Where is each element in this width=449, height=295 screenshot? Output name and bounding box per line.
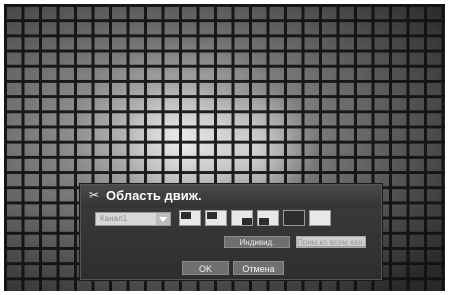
dialog-titlebar: ✂ Область движ. xyxy=(81,185,381,207)
motion-area-icon: ✂ xyxy=(89,188,100,202)
ok-button[interactable]: OK xyxy=(182,261,229,275)
cancel-button[interactable]: Отмена xyxy=(233,261,284,275)
individual-button[interactable]: Индивид. xyxy=(224,236,290,248)
motion-area-dialog: ✂ Область движ. Канал1 Индивид. Прим.ко … xyxy=(80,184,382,280)
dialog-title: Область движ. xyxy=(106,188,202,203)
channel-select[interactable]: Канал1 xyxy=(95,212,171,226)
layout-bottom-right-button[interactable] xyxy=(257,210,279,226)
layout-bottom-left-button[interactable] xyxy=(231,210,253,226)
layout-empty-button[interactable] xyxy=(309,210,331,226)
chevron-down-icon[interactable] xyxy=(156,213,170,225)
apply-all-button[interactable]: Прим.ко всем кан. xyxy=(296,236,366,248)
layout-top-right-button[interactable] xyxy=(205,210,227,226)
channel-select-value: Канал1 xyxy=(100,214,128,223)
layout-full-button[interactable] xyxy=(283,210,305,226)
layout-top-left-button[interactable] xyxy=(179,210,201,226)
